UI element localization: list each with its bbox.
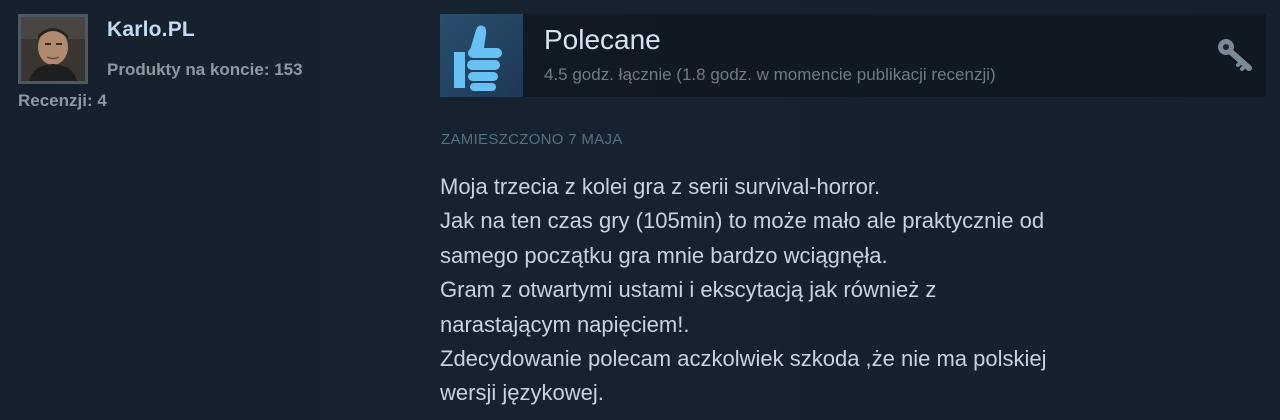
review-card: Karlo.PL Produkty na koncie: 153 Recenzj… [0,0,1280,420]
review-line: samego początku gra mnie bardzo wciągnęł… [440,242,888,268]
thumbs-up-icon [440,14,523,97]
verdict-header[interactable]: Polecane 4.5 godz. łącznie (1.8 godz. w … [440,14,1266,97]
review-line: Jak na ten czas gry (105min) to może mał… [440,208,1045,234]
avatar[interactable] [18,14,88,84]
key-icon [1215,36,1255,76]
verdict-title[interactable]: Polecane [544,24,661,56]
playtime-hours: 4.5 godz. łącznie (1.8 godz. w momencie … [544,65,996,84]
review-text: Moja trzecia z kolei gra z serii surviva… [440,170,1260,411]
avatar-image [21,17,85,81]
posted-date: ZAMIESZCZONO 7 MAJA [441,131,623,148]
reviews-count[interactable]: Recenzji: 4 [18,91,107,111]
review-line: Moja trzecia z kolei gra z serii surviva… [440,174,881,199]
review-line: Gram z otwartymi ustami i ekscytacją jak… [440,277,937,303]
review-line: narastającym napięciem!. [440,311,690,337]
review-line: Zdecydowanie polecam aczkolwiek szkoda ,… [440,346,1047,372]
author-name[interactable]: Karlo.PL [107,18,195,42]
products-count[interactable]: Produkty na koncie: 153 [107,60,303,80]
review-line: wersji językowej. [440,380,604,406]
